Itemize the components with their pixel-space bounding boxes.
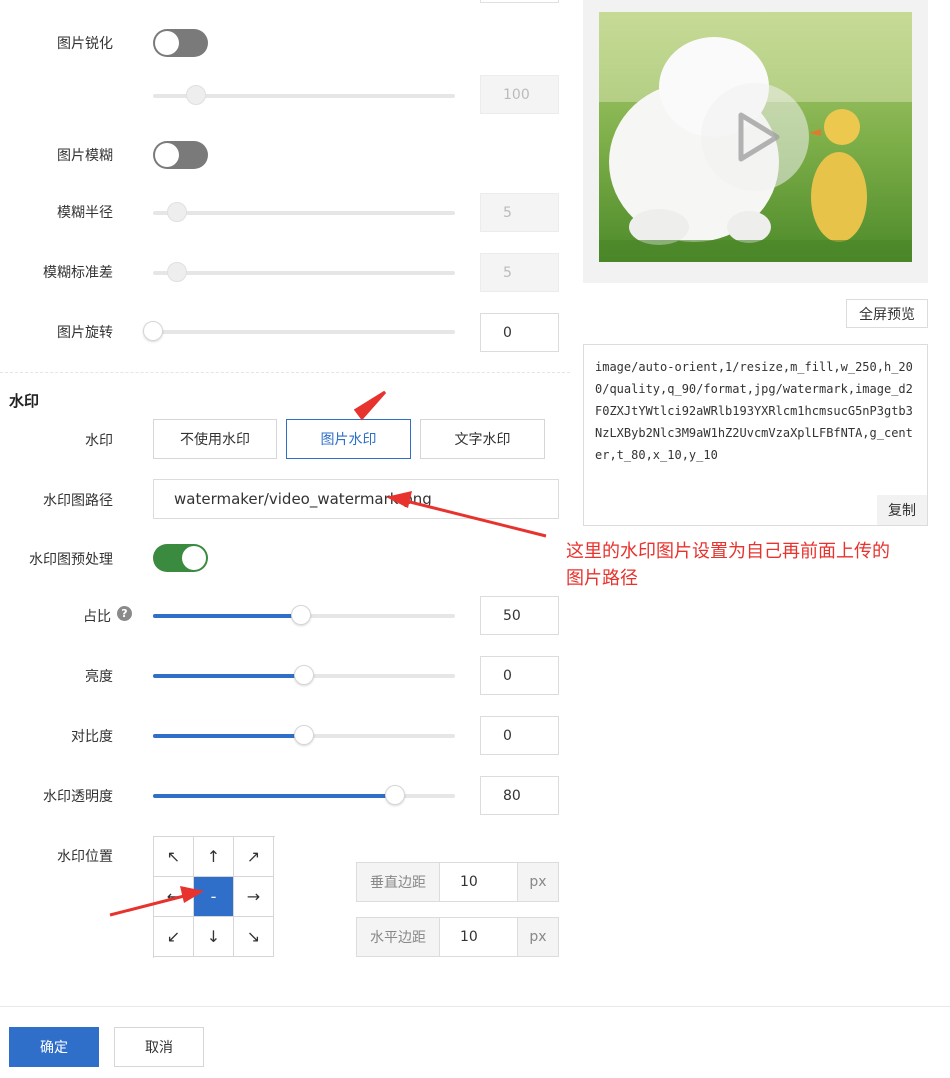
footer-divider	[0, 1006, 950, 1007]
annotation-arrows	[109, 390, 547, 917]
cancel-button[interactable]: 取消	[114, 1027, 204, 1067]
arrow-to-path-input-head	[386, 491, 412, 508]
arrow-to-center-position-head	[180, 886, 204, 903]
arrow-to-path-input	[401, 498, 547, 538]
arrow-to-image-watermark	[353, 390, 387, 421]
confirm-button[interactable]: 确定	[9, 1027, 99, 1067]
arrow-to-center-position	[109, 893, 189, 917]
